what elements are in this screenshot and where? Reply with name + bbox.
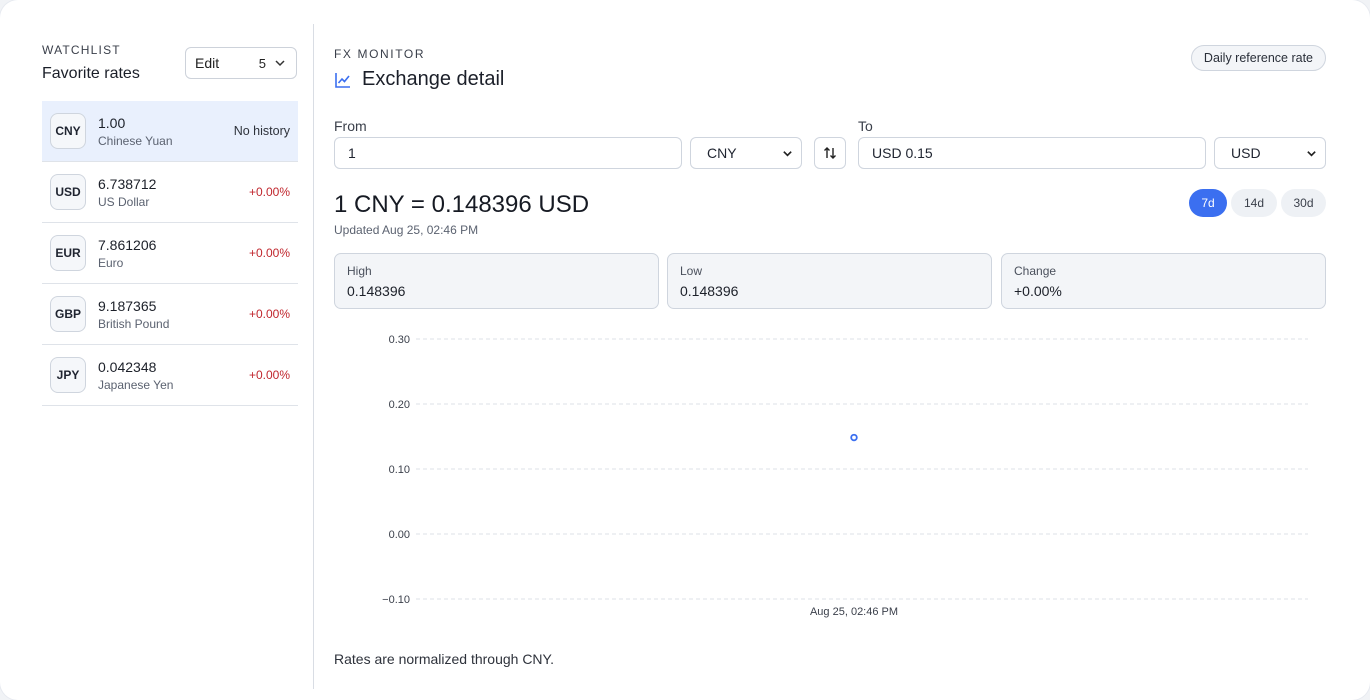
page-title: Exchange detail bbox=[334, 68, 504, 91]
watchlist-count-select[interactable]: Edit 5 bbox=[185, 47, 297, 79]
watchlist-title: Favorite rates bbox=[42, 65, 140, 82]
y-tick-label: −0.10 bbox=[382, 594, 410, 606]
chevron-down-icon bbox=[1307, 150, 1316, 157]
stat-high: High 0.148396 bbox=[334, 253, 659, 309]
watchlist-change: No history bbox=[233, 124, 290, 138]
range-selector: 7d 14d 30d bbox=[1189, 189, 1326, 217]
to-currency-value: USD bbox=[1231, 145, 1261, 161]
currency-code-badge: JPY bbox=[50, 357, 86, 393]
watchlist-list: CNY 1.00 Chinese Yuan No history USD 6.7… bbox=[42, 101, 298, 406]
watchlist-item-jpy[interactable]: JPY 0.042348 Japanese Yen +0.00% bbox=[42, 345, 298, 406]
to-currency-select[interactable]: USD bbox=[1214, 137, 1326, 169]
watchlist-currency-name: Chinese Yuan bbox=[98, 133, 173, 148]
watchlist-sidebar: WATCHLIST Favorite rates Edit 5 CNY 1.00… bbox=[42, 30, 298, 670]
y-tick-label: 0.30 bbox=[389, 334, 410, 346]
rate-headline: 1 CNY = 0.148396 USD bbox=[334, 191, 590, 218]
watchlist-rate: 0.042348 bbox=[98, 358, 157, 375]
from-label: From bbox=[334, 118, 367, 134]
watchlist-change: +0.00% bbox=[248, 368, 290, 382]
stat-change-value: +0.00% bbox=[1014, 283, 1062, 299]
footnote: Rates are normalized through CNY. bbox=[334, 651, 554, 667]
watchlist-change: +0.00% bbox=[248, 185, 290, 199]
stat-low-label: Low bbox=[680, 264, 703, 278]
watchlist-item-gbp[interactable]: GBP 9.187365 British Pound +0.00% bbox=[42, 284, 298, 345]
chevron-down-icon bbox=[275, 60, 285, 67]
exchange-detail-panel: FX MONITOR Exchange detail Daily referen… bbox=[334, 30, 1326, 680]
stat-change-label: Change bbox=[1014, 264, 1057, 278]
stat-change: Change +0.00% bbox=[1001, 253, 1326, 309]
page-title-text: Exchange detail bbox=[362, 68, 505, 90]
currency-code-badge: GBP bbox=[50, 296, 86, 332]
watchlist-rate: 1.00 bbox=[98, 114, 126, 131]
updated-timestamp: Updated Aug 25, 02:46 PM bbox=[334, 223, 479, 237]
sidebar-divider bbox=[313, 24, 314, 689]
reference-rate-badge: Daily reference rate bbox=[1190, 45, 1326, 71]
swap-arrows-icon bbox=[824, 147, 836, 159]
page-eyebrow: FX MONITOR bbox=[334, 47, 426, 61]
from-amount-input[interactable]: 1 bbox=[334, 137, 682, 169]
from-currency-value: CNY bbox=[707, 145, 737, 161]
watchlist-change: +0.00% bbox=[248, 307, 290, 321]
currency-code-badge: USD bbox=[50, 174, 86, 210]
watchlist-currency-name: British Pound bbox=[98, 316, 170, 331]
watchlist-item-cny[interactable]: CNY 1.00 Chinese Yuan No history bbox=[42, 101, 298, 162]
watchlist-currency-name: Japanese Yen bbox=[98, 377, 174, 392]
watchlist-item-usd[interactable]: USD 6.738712 US Dollar +0.00% bbox=[42, 162, 298, 223]
watchlist-count-value: 5 bbox=[258, 55, 266, 71]
from-currency-select[interactable]: CNY bbox=[690, 137, 802, 169]
watchlist-rate: 7.861206 bbox=[98, 236, 157, 253]
stat-high-value: 0.148396 bbox=[347, 283, 406, 299]
watchlist-currency-name: Euro bbox=[98, 255, 124, 270]
swap-currencies-button[interactable] bbox=[814, 137, 846, 169]
x-tick-label: Aug 25, 02:46 PM bbox=[810, 606, 898, 618]
stat-low-value: 0.148396 bbox=[680, 283, 739, 299]
stat-high-label: High bbox=[347, 264, 372, 278]
y-tick-label: 0.00 bbox=[389, 529, 410, 541]
to-label: To bbox=[858, 118, 873, 134]
watchlist-currency-name: US Dollar bbox=[98, 194, 150, 209]
y-tick-label: 0.20 bbox=[389, 399, 410, 411]
range-7d-button[interactable]: 7d bbox=[1189, 189, 1227, 217]
currency-code-badge: EUR bbox=[50, 235, 86, 271]
watchlist-item-eur[interactable]: EUR 7.861206 Euro +0.00% bbox=[42, 223, 298, 284]
currency-code-badge: CNY bbox=[50, 113, 86, 149]
data-point[interactable] bbox=[850, 433, 858, 442]
watchlist-eyebrow: WATCHLIST bbox=[42, 43, 121, 57]
app-window: WATCHLIST Favorite rates Edit 5 CNY 1.00… bbox=[0, 0, 1370, 700]
to-amount-field[interactable]: USD 0.15 bbox=[858, 137, 1206, 169]
chart-canvas: 0.30 0.20 0.10 0.00 −0.10 Aug 25, 02:46 PM bbox=[382, 334, 1308, 618]
line-chart-icon bbox=[335, 72, 350, 88]
chevron-down-icon bbox=[783, 150, 792, 157]
watchlist-rate: 9.187365 bbox=[98, 297, 157, 314]
stat-low: Low 0.148396 bbox=[667, 253, 992, 309]
y-tick-label: 0.10 bbox=[389, 464, 410, 476]
watchlist-edit-label: Edit bbox=[195, 55, 220, 71]
watchlist-rate: 6.738712 bbox=[98, 175, 157, 192]
rate-history-chart: 0.30 0.20 0.10 0.00 −0.10 Aug 25, 02:46 PM bbox=[334, 320, 1326, 620]
range-30d-button[interactable]: 30d bbox=[1281, 189, 1326, 217]
range-14d-button[interactable]: 14d bbox=[1231, 189, 1277, 217]
watchlist-change: +0.00% bbox=[248, 246, 290, 260]
